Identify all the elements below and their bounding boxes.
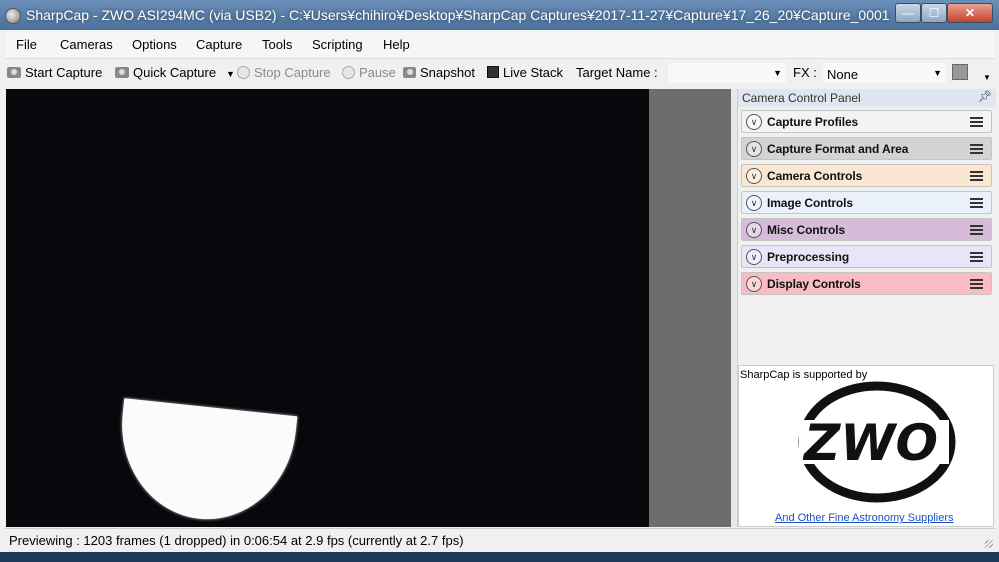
window-title: SharpCap - ZWO ASI294MC (via USB2) - C:¥… — [26, 7, 891, 23]
sharpcap-app-icon[interactable] — [5, 8, 21, 24]
hamburger-menu-icon[interactable] — [970, 279, 983, 289]
camera-control-panel: Camera Control Panel 📌︎ ∨ Capture Profile… — [737, 89, 996, 527]
menu-options[interactable]: Options — [132, 37, 177, 52]
section-label: Capture Format and Area — [767, 142, 909, 156]
chevron-down-icon[interactable]: ∨ — [746, 141, 762, 157]
chevron-down-icon[interactable]: ∨ — [746, 222, 762, 238]
snapshot-button[interactable]: Snapshot — [403, 65, 475, 80]
pause-label: Pause — [359, 65, 396, 80]
hamburger-menu-icon[interactable] — [970, 252, 983, 262]
stop-capture-button[interactable]: Stop Capture — [237, 65, 331, 80]
panel-section-capture-profiles[interactable]: ∨ Capture Profiles — [741, 110, 992, 133]
live-stack-button[interactable]: Live Stack — [487, 65, 563, 80]
chevron-down-icon[interactable]: ∨ — [746, 276, 762, 292]
target-name-label: Target Name : — [576, 65, 658, 80]
live-stack-label: Live Stack — [503, 65, 563, 80]
toolbar-overflow-icon[interactable]: ▼ — [983, 73, 991, 82]
hamburger-menu-icon[interactable] — [970, 171, 983, 181]
panel-title: Camera Control Panel — [742, 91, 861, 105]
menu-help[interactable]: Help — [383, 37, 410, 52]
maximize-button[interactable]: ☐ — [921, 3, 947, 23]
target-name-combo[interactable]: ▼ — [667, 62, 787, 84]
pin-icon[interactable]: 📌︎ — [978, 90, 992, 103]
snapshot-icon — [403, 67, 416, 78]
chevron-down-icon: ▼ — [773, 68, 782, 78]
fx-value: None — [827, 67, 859, 82]
hamburger-menu-icon[interactable] — [970, 225, 983, 235]
close-button[interactable]: ✕ — [947, 3, 993, 23]
panel-section-display-controls[interactable]: ∨ Display Controls — [741, 272, 992, 295]
hamburger-menu-icon[interactable] — [970, 117, 983, 127]
title-bar: SharpCap - ZWO ASI294MC (via USB2) - C:¥… — [0, 0, 999, 30]
section-label: Camera Controls — [767, 169, 863, 183]
section-label: Display Controls — [767, 277, 861, 291]
snapshot-label: Snapshot — [420, 65, 475, 80]
chevron-down-icon[interactable]: ∨ — [746, 249, 762, 265]
status-text: Previewing : 1203 frames (1 dropped) in … — [9, 533, 464, 548]
panel-section-capture-format-and-area[interactable]: ∨ Capture Format and Area — [741, 137, 992, 160]
fx-combo[interactable]: None ▼ — [822, 62, 947, 84]
live-stack-icon — [487, 66, 499, 78]
preview-margin — [649, 89, 731, 527]
start-capture-label: Start Capture — [25, 65, 103, 80]
quick-capture-label: Quick Capture — [133, 65, 217, 80]
chevron-down-icon[interactable]: ∨ — [746, 168, 762, 184]
pause-button[interactable]: Pause — [342, 65, 396, 80]
sharpcap-window: SharpCap - ZWO ASI294MC (via USB2) - C:¥… — [0, 0, 999, 562]
sponsor-link[interactable]: And Other Fine Astronomy Suppliers — [775, 512, 954, 524]
hamburger-menu-icon[interactable] — [970, 198, 983, 208]
menu-bar: File Cameras Options Capture Tools Scrip… — [5, 31, 995, 59]
section-label: Capture Profiles — [767, 115, 859, 129]
camera-icon — [115, 67, 129, 78]
moon-image — [112, 398, 298, 527]
sponsor-box: SharpCap is supported by ZWO And Other F… — [738, 365, 994, 527]
pause-icon — [342, 66, 355, 79]
desktop-edge — [0, 552, 999, 562]
menu-scripting[interactable]: Scripting — [312, 37, 363, 52]
chevron-down-icon[interactable]: ∨ — [746, 195, 762, 211]
chevron-down-icon[interactable]: ∨ — [746, 114, 762, 130]
panel-section-preprocessing[interactable]: ∨ Preprocessing — [741, 245, 992, 268]
zwo-logo-text: ZWO — [802, 414, 938, 472]
section-label: Image Controls — [767, 196, 853, 210]
menu-cameras[interactable]: Cameras — [60, 37, 113, 52]
menu-tools[interactable]: Tools — [262, 37, 292, 52]
fx-label: FX : — [793, 65, 817, 80]
panel-section-image-controls[interactable]: ∨ Image Controls — [741, 191, 992, 214]
toolbar-square-icon[interactable] — [952, 64, 968, 80]
menu-capture[interactable]: Capture — [196, 37, 242, 52]
quick-capture-dropdown-icon[interactable]: ▼ — [226, 69, 235, 79]
camera-preview[interactable] — [6, 89, 649, 527]
panel-section-misc-controls[interactable]: ∨ Misc Controls — [741, 218, 992, 241]
section-label: Preprocessing — [767, 250, 850, 264]
stop-capture-label: Stop Capture — [254, 65, 331, 80]
menu-file[interactable]: File — [16, 37, 37, 52]
hamburger-menu-icon[interactable] — [970, 144, 983, 154]
panel-header: Camera Control Panel 📌︎ — [738, 89, 996, 107]
stop-icon — [237, 66, 250, 79]
panel-section-camera-controls[interactable]: ∨ Camera Controls — [741, 164, 992, 187]
chevron-down-icon: ▼ — [933, 68, 942, 78]
camera-icon — [7, 67, 21, 78]
resize-grip-icon[interactable] — [985, 540, 993, 548]
quick-capture-button[interactable]: Quick Capture — [115, 65, 216, 80]
minimize-button[interactable]: — — [895, 3, 921, 23]
start-capture-button[interactable]: Start Capture — [7, 65, 102, 80]
status-bar: Previewing : 1203 frames (1 dropped) in … — [5, 528, 995, 550]
toolbar: Start Capture Quick Capture ▼ Stop Captu… — [5, 59, 995, 87]
section-label: Misc Controls — [767, 223, 846, 237]
zwo-logo[interactable]: ZWO — [779, 380, 959, 510]
